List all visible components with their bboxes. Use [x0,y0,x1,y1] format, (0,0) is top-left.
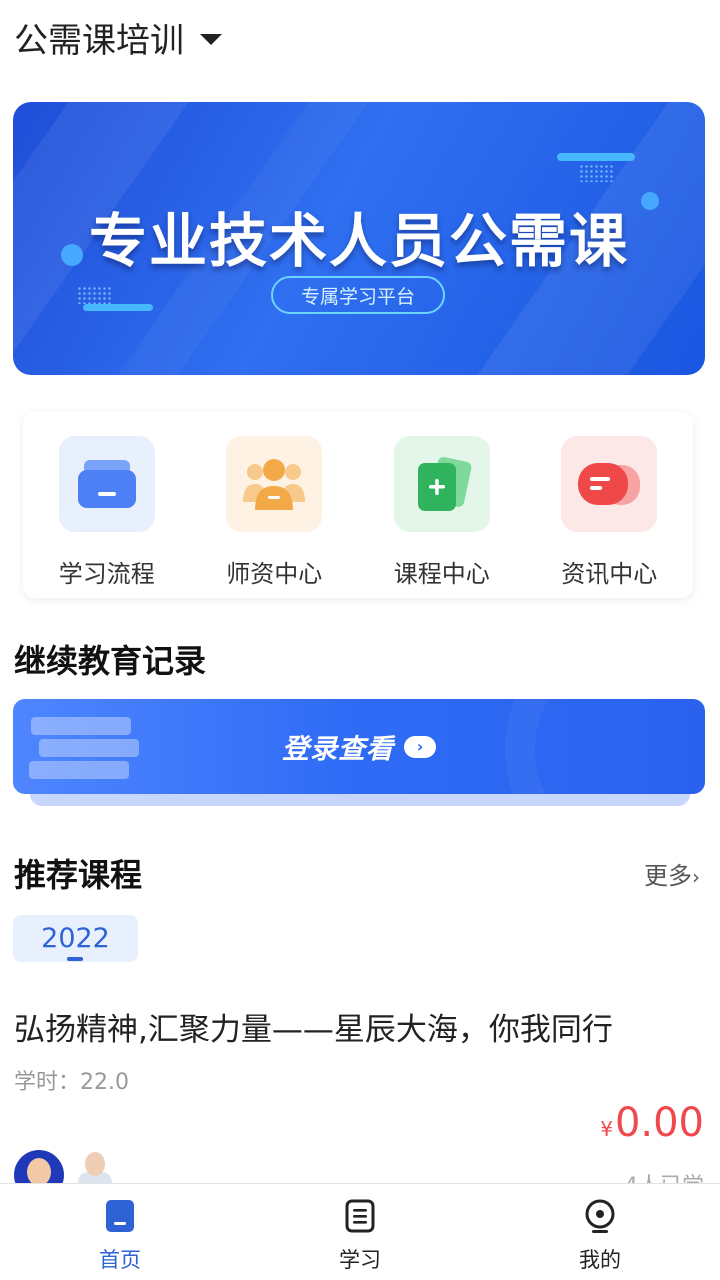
tab-study[interactable]: 学习 [240,1184,480,1280]
year-tab-label: 2022 [41,923,110,954]
menu-tile [58,436,155,532]
study-list-icon [345,1199,375,1233]
folder-icon [77,460,136,508]
chat-bubbles-icon [578,463,641,505]
menu-item-courses[interactable]: 课程中心 [358,412,526,598]
page-title: 公需课培训 [14,20,184,61]
menu-label: 师资中心 [226,560,323,588]
books-icon [29,717,139,779]
platform-selector[interactable]: 公需课培训 [14,12,222,62]
banner-title: 专业技术人员公需课 [88,207,629,275]
menu-label: 学习流程 [58,560,155,588]
caret-down-icon [200,33,222,45]
app-home-screen: 公需课培训 专业技术人员公需课 专属学习平台 学习流程 师资中心 课程中心 资讯… [0,0,720,1280]
menu-tile [393,436,490,532]
course-price: ¥ 0.00 [600,1100,704,1146]
more-label: 更多 [644,862,692,890]
chevron-right-icon: › [692,865,700,889]
tab-label: 首页 [99,1248,141,1272]
tab-active-indicator [67,957,83,961]
login-label: 登录查看 [282,734,394,765]
login-decor-ring [505,699,705,794]
course-cards-icon [417,457,472,511]
tab-profile[interactable]: 我的 [480,1184,720,1280]
menu-item-news[interactable]: 资讯中心 [526,412,694,598]
currency-symbol: ¥ [600,1117,613,1141]
price-value: 0.00 [614,1100,704,1146]
recommend-section-title: 推荐课程 [14,856,143,894]
menu-label: 资讯中心 [561,560,658,588]
banner-decor-dots [77,286,111,304]
menu-tile [561,436,658,532]
tab-home[interactable]: 首页 [0,1184,240,1280]
tab-label: 我的 [579,1248,621,1272]
banner-decor-bar [83,304,153,311]
banner-decor-dots [579,164,613,182]
course-hours: 学时：22.0 [14,1070,129,1095]
more-link[interactable]: 更多› [644,856,700,891]
menu-item-learning-process[interactable]: 学习流程 [23,412,191,598]
menu-tile [226,436,323,532]
promo-banner[interactable]: 专业技术人员公需课 专属学习平台 [13,102,705,375]
banner-decor-bar [557,153,635,161]
bottom-tab-bar: 首页 学习 我的 [0,1183,720,1280]
chevron-right-icon: › [404,735,436,758]
profile-icon [585,1199,615,1233]
menu-item-teachers[interactable]: 师资中心 [191,412,359,598]
tab-year[interactable]: 2022 [13,915,138,962]
banner-tagline: 专属学习平台 [271,276,445,314]
people-icon [243,459,306,510]
home-icon [106,1200,134,1232]
login-view-button[interactable]: 登录查看 › [13,699,705,794]
records-section-title: 继续教育记录 [14,642,207,680]
course-title[interactable]: 弘扬精神,汇聚力量——星辰大海，你我同行 [14,1004,613,1049]
quick-menu: 学习流程 师资中心 课程中心 资讯中心 [23,412,693,598]
tab-label: 学习 [339,1248,381,1272]
menu-label: 课程中心 [393,560,490,588]
